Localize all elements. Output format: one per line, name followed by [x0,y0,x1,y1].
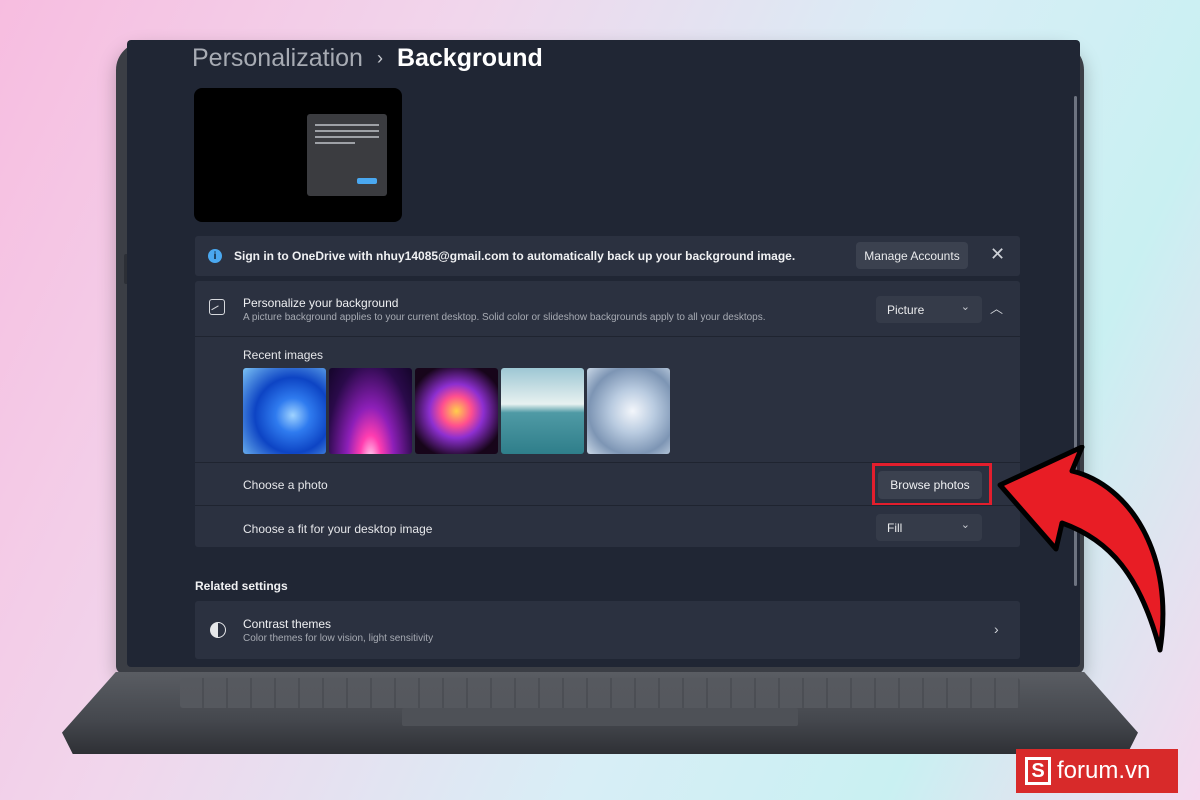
row-divider [195,505,1020,506]
onedrive-banner-text: Sign in to OneDrive with nhuy14085@gmail… [234,249,796,263]
choose-photo-label: Choose a photo [243,478,328,492]
preview-line [315,124,379,126]
red-arrow-icon [997,445,1166,653]
preview-line [315,130,379,132]
breadcrumb: Personalization › Background [192,44,543,73]
choose-fit-label: Choose a fit for your desktop image [243,522,433,536]
personalize-header[interactable]: Personalize your background A picture ba… [195,281,1020,337]
logo-text: forum.vn [1057,757,1151,784]
preview-line [315,136,379,138]
recent-image-4[interactable] [501,368,584,454]
logo-mark: S [1025,757,1051,785]
contrast-icon [210,622,226,638]
picture-icon [209,299,225,315]
chevron-down-icon: ⌄ [960,519,970,531]
chevron-up-icon[interactable]: ︿ [990,298,1003,317]
fit-value: Fill [887,520,903,535]
info-icon: i [208,249,222,263]
settings-screen: Personalization › Background i Sign in t… [127,40,1080,667]
recent-image-2[interactable] [329,368,412,454]
background-type-dropdown[interactable]: Picture ⌄ [876,296,982,323]
close-icon[interactable]: ✕ [990,244,1005,265]
manage-accounts-button[interactable]: Manage Accounts [856,242,968,269]
fit-dropdown[interactable]: Fill ⌄ [876,514,982,541]
recent-image-5[interactable] [587,368,670,454]
highlight-box [872,463,992,506]
contrast-themes-item[interactable]: Contrast themes Color themes for low vis… [195,601,1020,659]
personalize-background-section: Personalize your background A picture ba… [195,281,1020,547]
chevron-down-icon: ⌄ [960,301,970,313]
recent-image-3[interactable] [415,368,498,454]
contrast-themes-title: Contrast themes [243,617,332,631]
page-title: Background [396,44,543,72]
personalize-subtitle: A picture background applies to your cur… [243,312,766,323]
contrast-themes-subtitle: Color themes for low vision, light sensi… [243,633,434,644]
desktop-preview [194,88,402,222]
forum-logo: S forum.vn [1016,749,1178,793]
preview-window [307,114,387,196]
personalize-title: Personalize your background [243,296,399,310]
onedrive-banner: i Sign in to OneDrive with nhuy14085@gma… [195,236,1020,276]
laptop-keyboard [180,678,1020,708]
recent-images-label: Recent images [243,348,324,362]
background-type-value: Picture [887,302,925,317]
preview-button [357,178,377,184]
breadcrumb-separator-icon: › [376,48,383,68]
related-settings-heading: Related settings [195,579,288,593]
recent-image-1[interactable] [243,368,326,454]
laptop-trackpad [402,708,798,726]
preview-line [315,142,355,144]
breadcrumb-personalization[interactable]: Personalization [192,44,363,73]
